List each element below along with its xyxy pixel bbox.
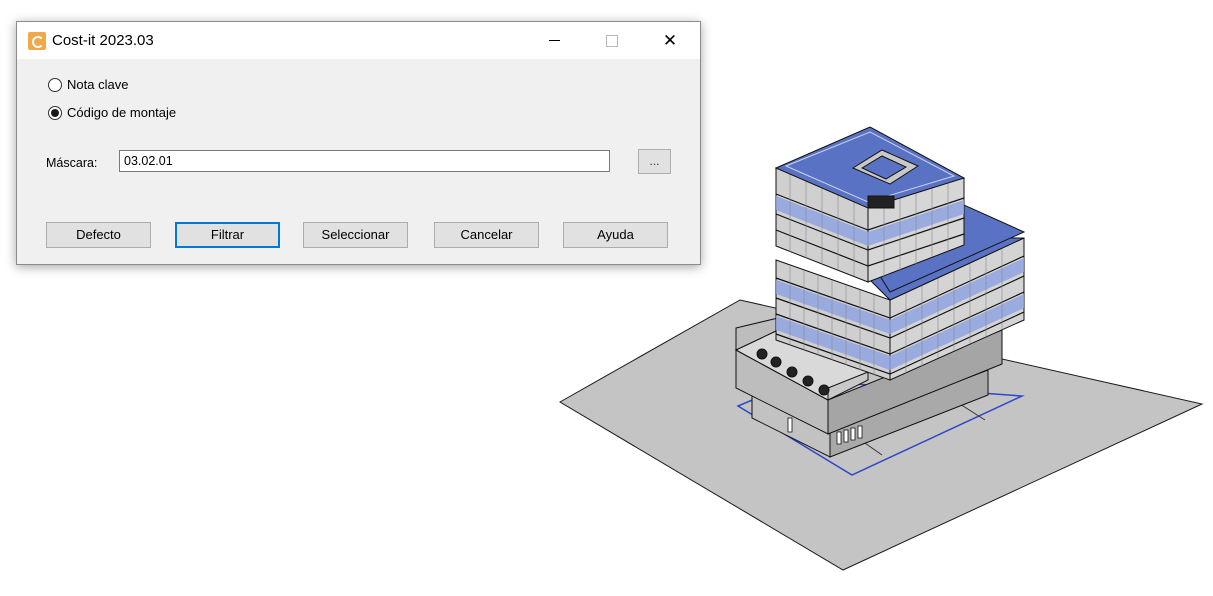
radio-label-nota-clave: Nota clave	[67, 77, 129, 92]
cancelar-button[interactable]: Cancelar	[434, 222, 539, 248]
close-icon: ✕	[662, 30, 678, 50]
cost-it-dialog: Cost-it 2023.03 ✕ Nota clave Código de m…	[16, 21, 701, 265]
browse-button[interactable]: ...	[638, 149, 671, 174]
title-bar[interactable]: Cost-it 2023.03 ✕	[17, 22, 700, 59]
window-title: Cost-it 2023.03	[52, 32, 154, 49]
radio-nota-clave[interactable]: Nota clave	[48, 77, 128, 92]
cost-it-app-icon	[28, 32, 46, 50]
radio-button-codigo-montaje[interactable]	[48, 105, 62, 120]
roof-equipment	[867, 195, 895, 209]
seleccionar-button[interactable]: Seleccionar	[303, 222, 408, 248]
mask-label: Máscara:	[46, 156, 98, 170]
ayuda-button[interactable]: Ayuda	[563, 222, 668, 248]
close-button[interactable]: ✕	[647, 22, 693, 59]
radio-codigo-montaje[interactable]: Código de montaje	[48, 105, 176, 120]
filtrar-button[interactable]: Filtrar	[175, 222, 280, 248]
maximize-button[interactable]	[589, 22, 635, 59]
maximize-icon	[606, 34, 618, 47]
defecto-button[interactable]: Defecto	[46, 222, 151, 248]
minimize-button[interactable]	[531, 22, 577, 59]
mask-input[interactable]: 03.02.01	[119, 150, 610, 172]
minimize-icon	[548, 40, 560, 41]
radio-label-codigo-montaje: Código de montaje	[67, 105, 177, 120]
radio-button-nota-clave[interactable]	[48, 77, 62, 92]
